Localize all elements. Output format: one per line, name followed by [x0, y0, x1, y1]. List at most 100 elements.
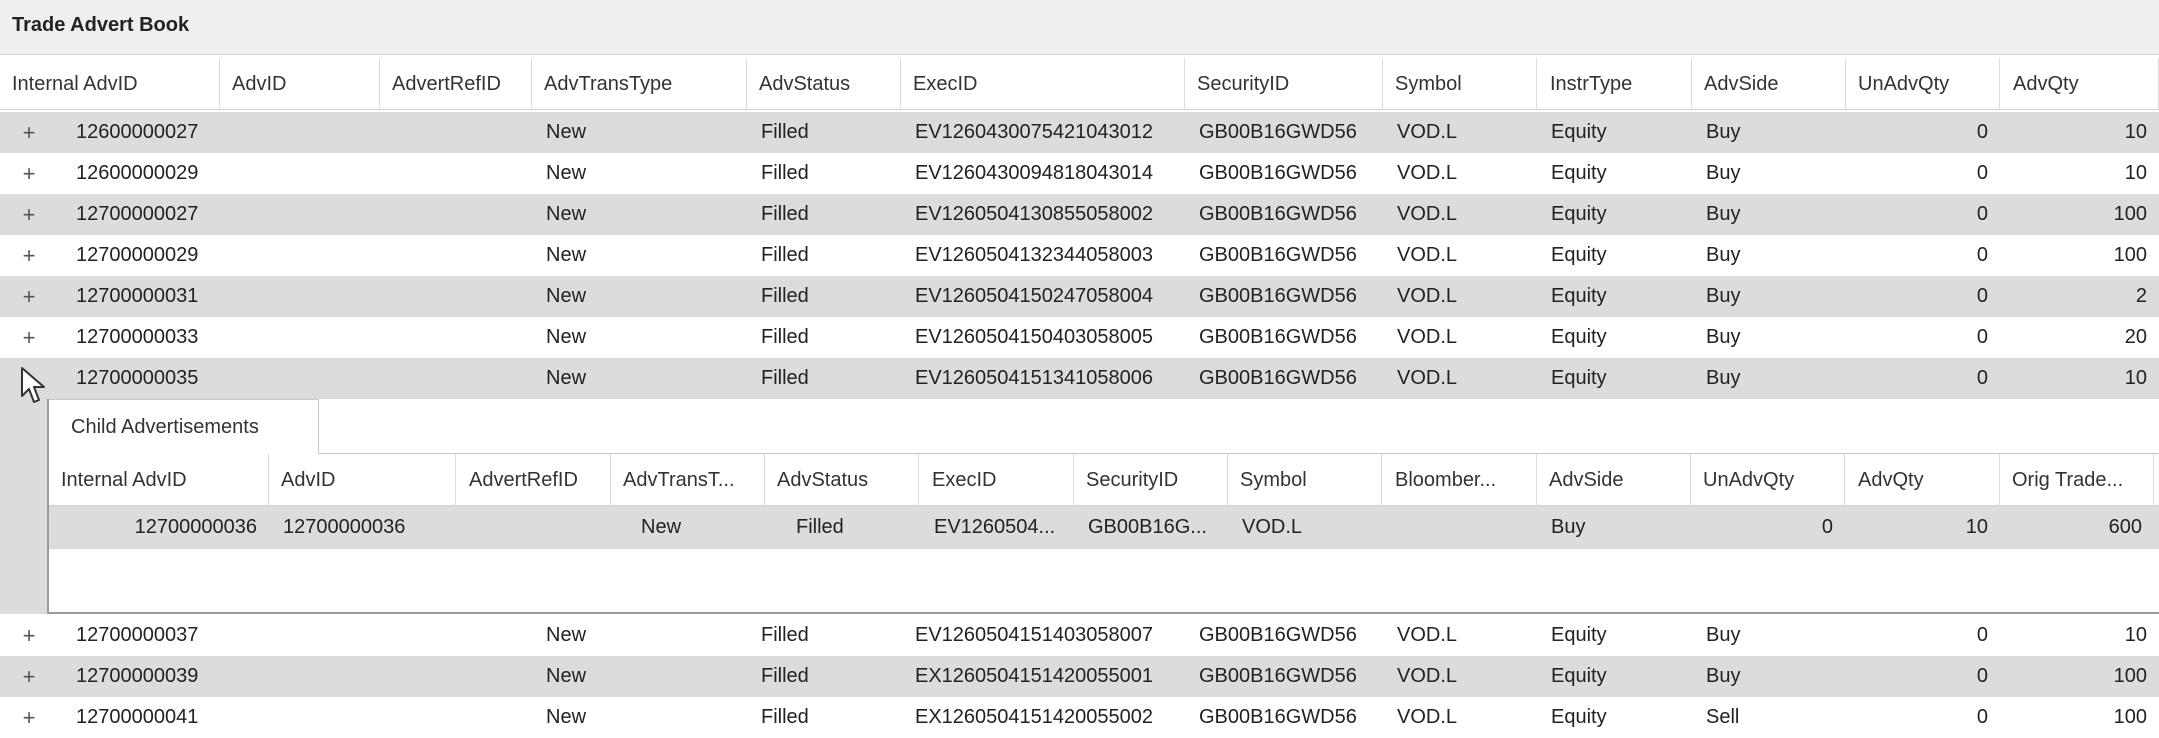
- expand-icon[interactable]: +: [17, 194, 41, 235]
- table-row[interactable]: +12700000037 New Filled EV12605041514030580…: [0, 615, 2159, 656]
- column-header-advstatus[interactable]: AdvStatus: [747, 58, 901, 110]
- cell-ref: [394, 317, 532, 358]
- cell-unadv: 0: [1976, 285, 1988, 307]
- cell-advid: [234, 615, 380, 656]
- column-header-securityid[interactable]: SecurityID: [1185, 58, 1383, 110]
- table-row[interactable]: +12700000027 New Filled EV12605041308550580…: [0, 194, 2159, 235]
- expand-icon[interactable]: +: [17, 656, 41, 697]
- cell-sec: GB00B16GWD56: [1199, 244, 1357, 266]
- child-column-header-advid[interactable]: AdvID: [269, 454, 456, 506]
- child-column-header-advqty[interactable]: AdvQty: [1846, 454, 2000, 506]
- expand-icon[interactable]: +: [17, 697, 41, 738]
- column-header-advqty[interactable]: AdvQty: [2001, 58, 2159, 110]
- cell-qty: 100: [2113, 706, 2147, 728]
- cell-sec: GB00B16GWD56: [1199, 665, 1357, 687]
- table-row[interactable]: +12600000027 New Filled EV12604300754210430…: [0, 112, 2159, 153]
- table-row[interactable]: 12700000035 New Filled EV126050415134105800…: [0, 358, 2159, 399]
- child-table-row[interactable]: 12700000036 12700000036 New Filled EV1260504…: [49, 506, 2159, 549]
- child-column-header-orig-trade[interactable]: Orig Trade...: [2000, 454, 2154, 506]
- child-column-header-advstatus[interactable]: AdvStatus: [765, 454, 919, 506]
- cell-unadv: 0: [1976, 162, 1988, 184]
- cell-status: Filled: [761, 624, 809, 646]
- cell-sym: VOD.L: [1397, 244, 1458, 266]
- child-cell-sym: VOD.L: [1242, 516, 1303, 538]
- cell-sec: GB00B16GWD56: [1199, 203, 1357, 225]
- child-column-header-symbol[interactable]: Symbol: [1228, 454, 1382, 506]
- cell-trans: New: [546, 203, 587, 225]
- cell-ref: [394, 194, 532, 235]
- child-cell-status: Filled: [796, 516, 844, 538]
- expand-icon[interactable]: +: [17, 235, 41, 276]
- child-column-header-advside[interactable]: AdvSide: [1537, 454, 1691, 506]
- column-header-internal-advid[interactable]: Internal AdvID: [0, 58, 220, 110]
- cell-internal: 12700000031: [76, 285, 199, 307]
- expand-icon[interactable]: +: [17, 112, 41, 153]
- cell-exec: EV1260504132344058003: [915, 244, 1154, 266]
- cell-internal: 12600000029: [76, 162, 199, 184]
- cell-trans: New: [546, 367, 587, 389]
- child-cell-trans: New: [641, 516, 682, 538]
- table-row[interactable]: +12700000033 New Filled EV12605041504030580…: [0, 317, 2159, 358]
- tab-child-advertisements[interactable]: Child Advertisements: [49, 399, 319, 454]
- cell-instr: Equity: [1551, 244, 1607, 266]
- column-header-instrtype[interactable]: InstrType: [1538, 58, 1692, 110]
- cell-instr: Equity: [1551, 706, 1607, 728]
- cell-sec: GB00B16GWD56: [1199, 326, 1357, 348]
- table-row[interactable]: +12700000029 New Filled EV12605041323440580…: [0, 235, 2159, 276]
- expand-icon[interactable]: +: [17, 615, 41, 656]
- cell-unadv: 0: [1976, 326, 1988, 348]
- child-cell-unadv: 0: [1821, 516, 1833, 538]
- child-column-header-bloomber[interactable]: Bloomber...: [1383, 454, 1537, 506]
- column-header-advside[interactable]: AdvSide: [1692, 58, 1846, 110]
- child-cell-side: Buy: [1551, 516, 1586, 538]
- cell-side: Buy: [1706, 121, 1741, 143]
- expand-icon[interactable]: +: [17, 317, 41, 358]
- cell-trans: New: [546, 706, 587, 728]
- table-row[interactable]: +12700000031 New Filled EV12605041502470580…: [0, 276, 2159, 317]
- table-row[interactable]: +12700000041 New Filled EX12605041514200550…: [0, 697, 2159, 738]
- panel-border: [49, 612, 2159, 614]
- cell-qty: 10: [2124, 367, 2147, 389]
- expand-icon[interactable]: +: [17, 153, 41, 194]
- child-column-header-execid[interactable]: ExecID: [920, 454, 1074, 506]
- window-titlebar: Trade Advert Book: [0, 0, 2159, 55]
- cell-advid: [234, 317, 380, 358]
- cell-sec: GB00B16GWD56: [1199, 624, 1357, 646]
- expand-icon[interactable]: +: [17, 276, 41, 317]
- column-header-advid[interactable]: AdvID: [220, 58, 380, 110]
- cell-instr: Equity: [1551, 203, 1607, 225]
- column-header-execid[interactable]: ExecID: [901, 58, 1185, 110]
- child-column-header-unadvqty[interactable]: UnAdvQty: [1691, 454, 1845, 506]
- cell-instr: Equity: [1551, 121, 1607, 143]
- cell-trans: New: [546, 244, 587, 266]
- cell-sym: VOD.L: [1397, 624, 1458, 646]
- column-header-symbol[interactable]: Symbol: [1383, 58, 1537, 110]
- cell-advid: [234, 235, 380, 276]
- cell-sec: GB00B16GWD56: [1199, 285, 1357, 307]
- cell-status: Filled: [761, 285, 809, 307]
- cell-status: Filled: [761, 244, 809, 266]
- cell-exec: EV1260504130855058002: [915, 203, 1154, 225]
- cell-unadv: 0: [1976, 244, 1988, 266]
- cell-unadv: 0: [1976, 665, 1988, 687]
- child-column-header-advertrefid[interactable]: AdvertRefID: [457, 454, 611, 506]
- cell-side: Buy: [1706, 665, 1741, 687]
- cell-instr: Equity: [1551, 285, 1607, 307]
- child-column-header-advtranst[interactable]: AdvTransT...: [611, 454, 765, 506]
- cell-sym: VOD.L: [1397, 706, 1458, 728]
- table-row[interactable]: +12700000039 New Filled EX12605041514200550…: [0, 656, 2159, 697]
- cell-trans: New: [546, 121, 587, 143]
- cell-status: Filled: [761, 121, 809, 143]
- column-header-advtranstype[interactable]: AdvTransType: [532, 58, 747, 110]
- cell-internal: 12600000027: [76, 121, 199, 143]
- cell-qty: 10: [2124, 121, 2147, 143]
- child-column-header-securityid[interactable]: SecurityID: [1074, 454, 1228, 506]
- child-column-header-internal-advid[interactable]: Internal AdvID: [49, 454, 269, 506]
- cell-trans: New: [546, 665, 587, 687]
- child-detail-area: Child Advertisements Internal AdvID AdvID…: [0, 399, 2159, 614]
- column-header-unadvqty[interactable]: UnAdvQty: [1846, 58, 2000, 110]
- table-row[interactable]: +12600000029 New Filled EV12604300948180430…: [0, 153, 2159, 194]
- cell-exec: EX1260504151420055002: [915, 706, 1154, 728]
- column-header-advertrefid[interactable]: AdvertRefID: [380, 58, 532, 110]
- cell-trans: New: [546, 326, 587, 348]
